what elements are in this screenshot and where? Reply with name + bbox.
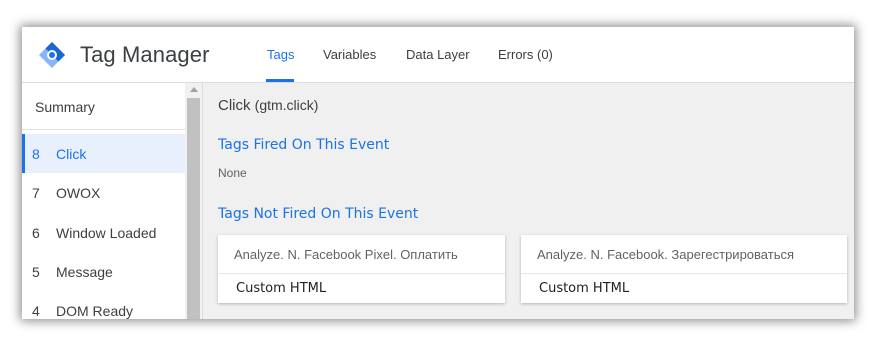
tag-name: Analyze. N. Facebook Pixel. Оплатить (234, 247, 458, 262)
event-number: 4 (32, 303, 40, 319)
header-bar: Tag Manager Tags Variables Data Layer Er… (22, 27, 854, 83)
sidebar-event-message[interactable]: 5 Message (22, 252, 185, 291)
tag-name: Analyze. N. Facebook. Зарегестрироваться (537, 247, 795, 262)
tab-variables[interactable]: Variables (323, 47, 376, 62)
event-name: Click (218, 97, 251, 114)
event-detail-panel: Click (gtm.click) Tags Fired On This Eve… (203, 83, 854, 319)
tab-data-layer[interactable]: Data Layer (406, 47, 470, 62)
tag-card-header: Analyze. N. Facebook. Зарегестрироваться (521, 235, 847, 274)
tags-fired-heading: Tags Fired On This Event (218, 137, 390, 153)
scroll-up-arrow-icon[interactable] (190, 87, 198, 92)
event-key: (gtm.click) (254, 97, 319, 113)
event-number: 7 (32, 185, 40, 201)
tag-type: Custom HTML (539, 281, 630, 296)
gtm-logo-icon (38, 41, 66, 69)
app-title: Tag Manager (80, 42, 210, 67)
sidebar-scrollbar[interactable] (185, 83, 202, 319)
event-number: 6 (32, 225, 40, 241)
tags-fired-none: None (218, 166, 247, 180)
active-tab-indicator (266, 79, 294, 82)
event-number: 5 (32, 264, 40, 280)
event-label: OWOX (56, 185, 101, 201)
tag-card[interactable]: Analyze. N. Facebook. Зарегестрироваться… (521, 235, 847, 303)
event-label: Message (56, 264, 113, 280)
tag-assistant-window: Tag Manager Tags Variables Data Layer Er… (22, 27, 854, 319)
tab-tags[interactable]: Tags (267, 47, 294, 62)
tag-card-header: Analyze. N. Facebook Pixel. Оплатить (218, 235, 505, 274)
tab-errors[interactable]: Errors (0) (498, 47, 553, 62)
tag-type: Custom HTML (236, 281, 327, 296)
scroll-thumb[interactable] (187, 98, 200, 319)
event-label: Click (56, 146, 87, 162)
sidebar-event-window-loaded[interactable]: 6 Window Loaded (22, 213, 185, 252)
event-sidebar: Summary 8 Click 7 OWOX 6 Window Loaded 5… (22, 83, 203, 319)
tags-not-fired-heading: Tags Not Fired On This Event (218, 206, 419, 222)
sidebar-item-label: Summary (35, 99, 95, 115)
event-title: Click (gtm.click) (218, 97, 318, 114)
sidebar-event-click[interactable]: 8 Click (22, 134, 185, 173)
event-label: Window Loaded (56, 225, 157, 241)
tag-card[interactable]: Analyze. N. Facebook Pixel. Оплатить Cus… (218, 235, 505, 303)
event-number: 8 (32, 146, 40, 162)
sidebar-event-owox[interactable]: 7 OWOX (22, 173, 185, 212)
sidebar-item-summary[interactable]: Summary (22, 83, 185, 130)
event-label: DOM Ready (56, 303, 134, 319)
sidebar-event-dom-ready[interactable]: 4 DOM Ready (22, 291, 185, 319)
